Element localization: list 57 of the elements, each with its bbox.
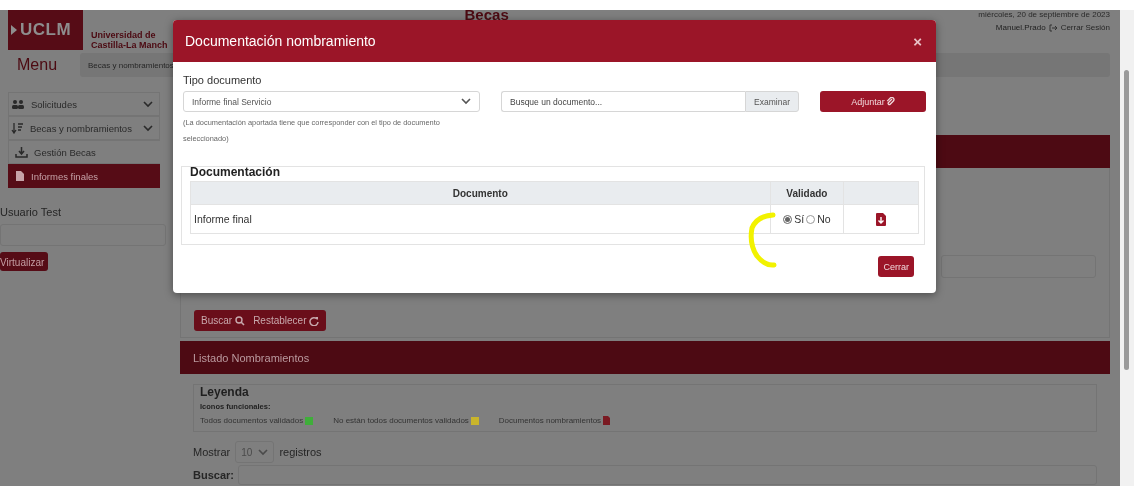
sidebar-item[interactable]: Becas y nombramientos	[8, 116, 160, 140]
close-dialog-button[interactable]: Cerrar	[878, 256, 914, 277]
highlight-scribble	[747, 212, 777, 268]
chevron-down-icon	[461, 98, 471, 105]
breadcrumb-link[interactable]: Becas y nombramientos	[88, 60, 174, 70]
user-label: Usuario Test	[0, 206, 62, 218]
sidebar-item[interactable]: Informes finales	[8, 164, 160, 188]
column-header: Validado	[770, 181, 844, 205]
scrollbar-thumb[interactable]	[1124, 70, 1129, 370]
user-name: Manuel.Prado	[995, 23, 1046, 32]
menu-label[interactable]: Menu	[0, 56, 80, 74]
table-cell: Informe final	[190, 204, 770, 234]
paperclip-icon	[885, 97, 895, 106]
legend-label: Todos documentos validados	[200, 416, 304, 425]
document-type-select[interactable]: Informe final Servicio	[183, 91, 480, 112]
browse-button[interactable]: Examinar	[745, 91, 799, 112]
arrow-right-icon	[10, 24, 18, 36]
download-tray-icon	[15, 146, 28, 158]
sort-icon	[11, 122, 24, 134]
refresh-icon	[309, 315, 320, 326]
radio-label: Sí	[794, 213, 805, 225]
chevron-down-icon	[143, 100, 153, 108]
search-label: Buscar:	[193, 469, 234, 481]
radio-button[interactable]	[806, 214, 816, 224]
file-icon	[15, 170, 25, 182]
university-name: Universidad de Castilla-La Manch	[91, 30, 169, 50]
close-button[interactable]: ×	[911, 32, 924, 50]
attach-button[interactable]: Adjuntar	[820, 91, 926, 112]
chevron-down-icon	[143, 124, 153, 132]
search-icon	[235, 315, 246, 326]
file-icon	[603, 416, 611, 425]
legend-label: No están todos documentos validados	[333, 416, 469, 425]
radio-label: No	[817, 213, 831, 225]
date-text: miércoles, 20 de septiembre de 2023	[978, 10, 1110, 19]
legend-label: Documentos nombramientos	[498, 416, 602, 425]
show-label: Mostrar	[193, 446, 231, 458]
file-download-icon[interactable]	[876, 212, 887, 226]
records-label: registros	[279, 446, 322, 458]
logout-icon	[1048, 23, 1058, 32]
column-header: Documento	[190, 181, 770, 205]
search-button[interactable]: Buscar	[197, 310, 250, 331]
section-title: Documentación	[190, 165, 281, 181]
sidebar-item[interactable]: Solicitudes	[8, 92, 160, 116]
panel-title: Listado Nombramientos	[193, 351, 310, 364]
logout-link[interactable]: Cerrar Sesión	[1060, 23, 1110, 32]
users-icon	[11, 98, 25, 110]
page-title: Becas	[464, 10, 509, 22]
file-search-field[interactable]: Busque un documento...	[501, 91, 746, 112]
sidebar-item[interactable]: Gestión Becas	[8, 140, 160, 164]
radio-button[interactable]	[783, 214, 793, 224]
virtualize-button[interactable]: Virtualizar	[0, 252, 49, 271]
field-label: Tipo documento	[183, 74, 263, 86]
modal-title: Documentación nombramiento	[185, 33, 376, 49]
legend-title: Leyenda	[200, 385, 250, 399]
reset-button[interactable]: Restablecer	[249, 310, 324, 331]
chevron-down-icon	[258, 448, 269, 456]
logo-text: UCLM	[20, 20, 72, 40]
